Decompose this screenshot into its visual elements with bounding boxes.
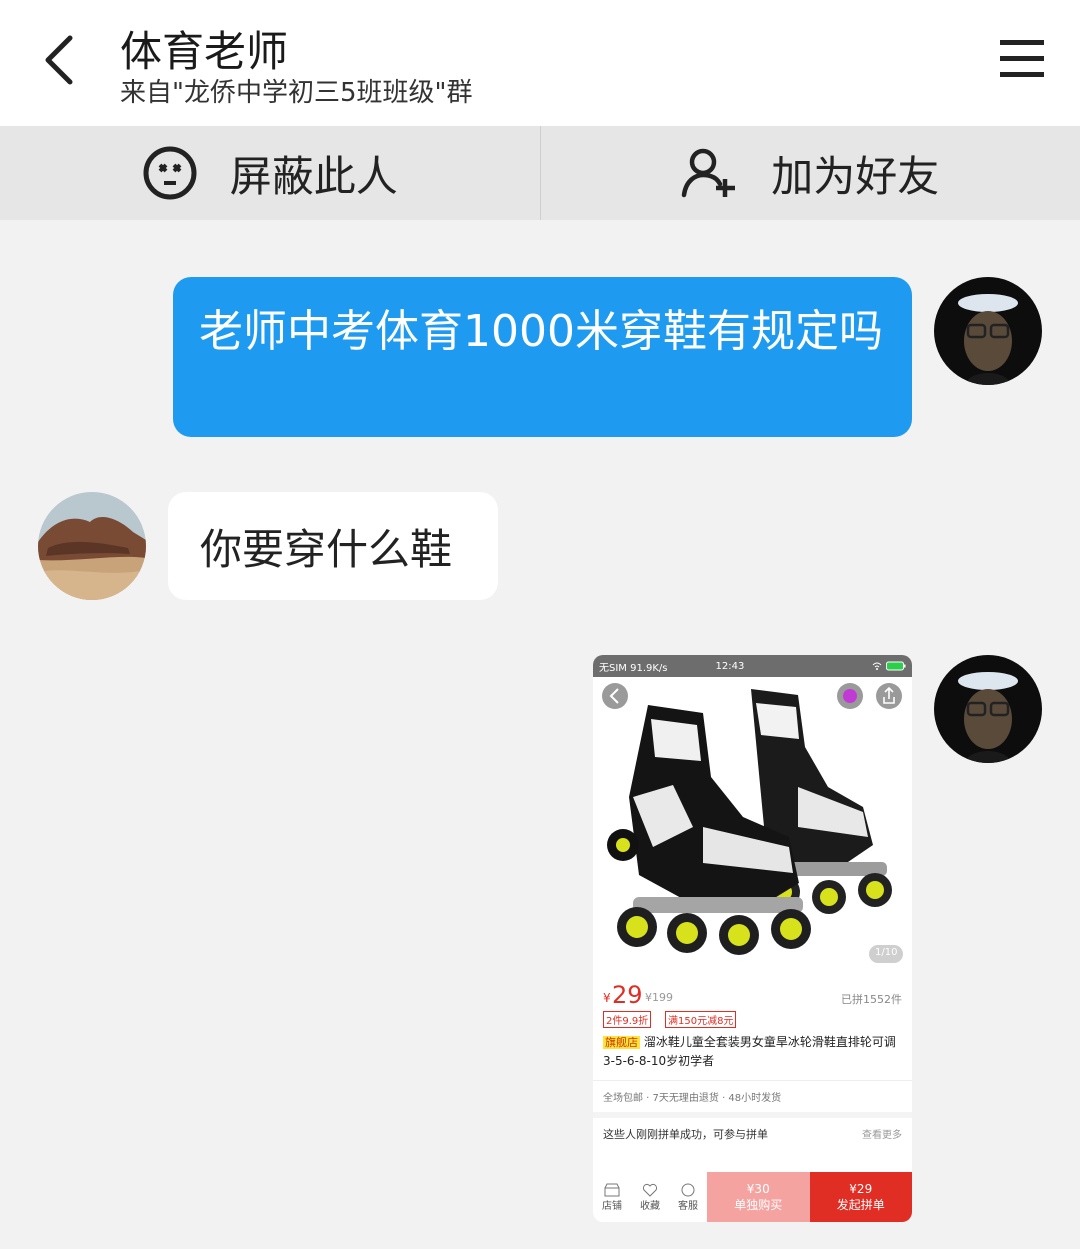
product-bottom-bar: 店铺 收藏 客服 ¥30 单独购买 ¥29 发起拼单 [593,1172,912,1222]
my-avatar-2[interactable] [934,655,1042,763]
rock-beach-photo [38,492,146,600]
chat-subtitle: 来自"龙侨中学初三5班班级"群 [120,78,473,108]
screenshot-status-bar: 无SIM 91.9K/s 12:43 [593,655,912,677]
group-buy-price: ¥29 [849,1181,873,1196]
buy-alone-button[interactable]: ¥30 单独购买 [707,1172,810,1222]
back-arrow-icon[interactable] [36,30,86,90]
product-image[interactable]: 1/10 [593,677,912,977]
self-avatar-photo [934,277,1042,385]
price-value: 29 [612,981,643,1009]
outgoing-message-text: 老师中考体育1000米穿鞋有规定吗 [199,306,883,357]
price-symbol: ¥ [603,991,611,1005]
outgoing-message-bubble[interactable]: 老师中考体育1000米穿鞋有规定吗 [173,277,912,437]
screenshot-back-icon [602,683,628,709]
promo-badge-2[interactable]: 满150元减8元 [665,1011,737,1028]
status-icons [872,661,906,671]
incoming-message-text: 你要穿什么鞋 [200,524,453,574]
add-friend-button[interactable]: 加为好友 [541,126,1080,220]
wifi-icon [872,662,882,670]
product-info: ¥ 29 ¥199 已拼1552件 2件9.9折 满150元减8元 旗舰店 溜冰… [593,977,912,1150]
menu-icon[interactable] [998,38,1046,80]
see-more-link[interactable]: 查看更多 [862,1126,902,1142]
customer-service-label: 客服 [678,1200,698,1212]
inline-skates-illustration [602,683,903,963]
my-avatar[interactable] [934,277,1042,385]
shop-button[interactable]: 店铺 [593,1172,631,1222]
action-bar: 屏蔽此人 加为好友 [0,126,1080,220]
add-friend-icon [681,148,736,198]
self-avatar-photo [934,655,1042,763]
buy-alone-label: 单独购买 [734,1197,783,1212]
image-counter: 1/10 [875,947,898,958]
promo-badge-1[interactable]: 2件9.9折 [603,1011,652,1028]
block-face-icon [143,146,197,200]
chat-bubble-icon [681,1183,695,1196]
incoming-message-bubble[interactable]: 你要穿什么鞋 [168,492,498,600]
store-tag: 旗舰店 [603,1036,640,1049]
group-buy-button[interactable]: ¥29 发起拼单 [809,1172,912,1222]
sold-count: 已拼1552件 [841,993,902,1006]
status-time: 12:43 [715,660,745,672]
favorite-button[interactable]: 收藏 [631,1172,669,1222]
battery-icon [886,661,906,671]
buy-alone-price: ¥30 [746,1181,770,1196]
shop-icon [604,1183,620,1196]
chat-title: 体育老师 [120,27,289,76]
original-price: ¥199 [645,991,673,1004]
block-user-label: 屏蔽此人 [229,151,398,201]
group-buy-label: 发起拼单 [836,1197,885,1212]
status-network: 无SIM 91.9K/s [599,662,668,674]
group-buy-text: 这些人刚刚拼单成功，可参与拼单 [603,1128,768,1141]
product-title: 溜冰鞋儿童全套装男女童旱冰轮滑鞋直排轮可调3-5-6-8-10岁初学者 [603,1035,896,1068]
customer-service-button[interactable]: 客服 [669,1172,707,1222]
add-friend-label: 加为好友 [771,151,940,201]
chat-header: 体育老师 来自"龙侨中学初三5班班级"群 [0,0,1080,126]
group-buy-row[interactable]: 这些人刚刚拼单成功，可参与拼单 查看更多 [593,1112,912,1150]
product-title-block[interactable]: 旗舰店 溜冰鞋儿童全套装男女童旱冰轮滑鞋直排轮可调3-5-6-8-10岁初学者 [593,1031,912,1070]
favorite-label: 收藏 [640,1200,660,1212]
image-message-product-screenshot[interactable]: 无SIM 91.9K/s 12:43 1/10 ¥ 29 ¥199 已拼1552… [593,655,912,1222]
heart-icon [642,1183,658,1197]
teacher-avatar[interactable] [38,492,146,600]
service-row[interactable]: 全场包邮 · 7天无理由退货 · 48小时发货 [593,1080,912,1112]
block-user-button[interactable]: 屏蔽此人 [0,126,540,220]
shop-label: 店铺 [602,1200,622,1212]
